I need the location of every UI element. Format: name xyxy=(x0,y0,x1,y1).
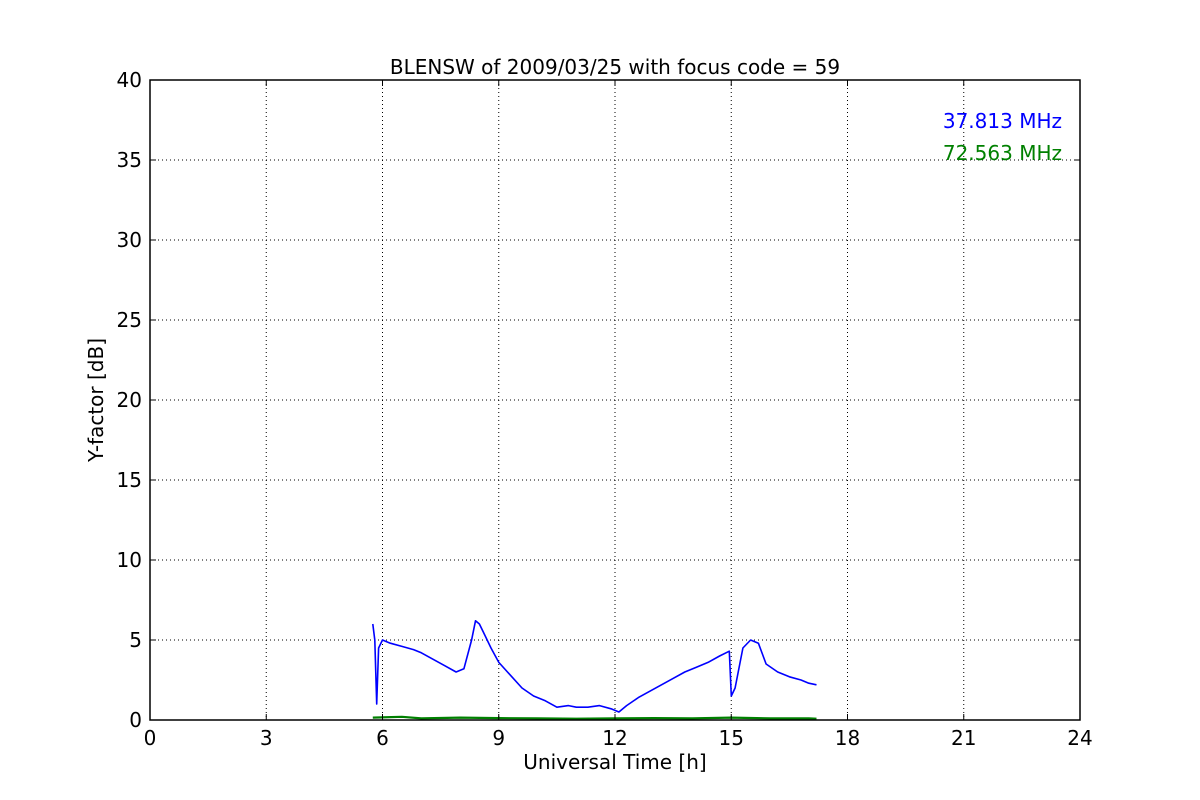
x-tick-label: 21 xyxy=(951,726,976,750)
x-axis-label: Universal Time [h] xyxy=(523,750,706,774)
x-tick-label: 15 xyxy=(719,726,744,750)
legend-entry-1: 37.813 MHz xyxy=(943,109,1062,133)
y-tick-label: 0 xyxy=(129,708,142,732)
grid xyxy=(150,80,1080,720)
y-tick-label: 40 xyxy=(117,68,142,92)
x-tick-label: 6 xyxy=(376,726,389,750)
x-tick-label: 3 xyxy=(260,726,273,750)
y-tick-label: 30 xyxy=(117,228,142,252)
y-tick-label: 25 xyxy=(117,308,142,332)
series-line-2 xyxy=(372,715,817,720)
y-axis-label: Y-factor [dB] xyxy=(84,338,108,463)
x-tick-label: 18 xyxy=(835,726,860,750)
y-tick-label: 5 xyxy=(129,628,142,652)
y-tick-label: 15 xyxy=(117,468,142,492)
x-tick-label: 9 xyxy=(492,726,505,750)
plot-series xyxy=(372,619,817,720)
series-line-1 xyxy=(372,619,817,713)
x-axis-ticks: 0 3 6 9 12 15 18 21 24 xyxy=(144,80,1093,750)
chart: BLENSW of 2009/03/25 with focus code = 5… xyxy=(84,55,1093,774)
x-tick-label: 0 xyxy=(144,726,157,750)
y-tick-label: 35 xyxy=(117,148,142,172)
legend-entry-2: 72.563 MHz xyxy=(943,141,1062,165)
y-tick-label: 20 xyxy=(117,388,142,412)
legend: 37.813 MHz 72.563 MHz xyxy=(943,109,1062,165)
chart-title: BLENSW of 2009/03/25 with focus code = 5… xyxy=(390,55,840,79)
y-tick-label: 10 xyxy=(117,548,142,572)
x-tick-label: 12 xyxy=(602,726,627,750)
x-tick-label: 24 xyxy=(1067,726,1092,750)
